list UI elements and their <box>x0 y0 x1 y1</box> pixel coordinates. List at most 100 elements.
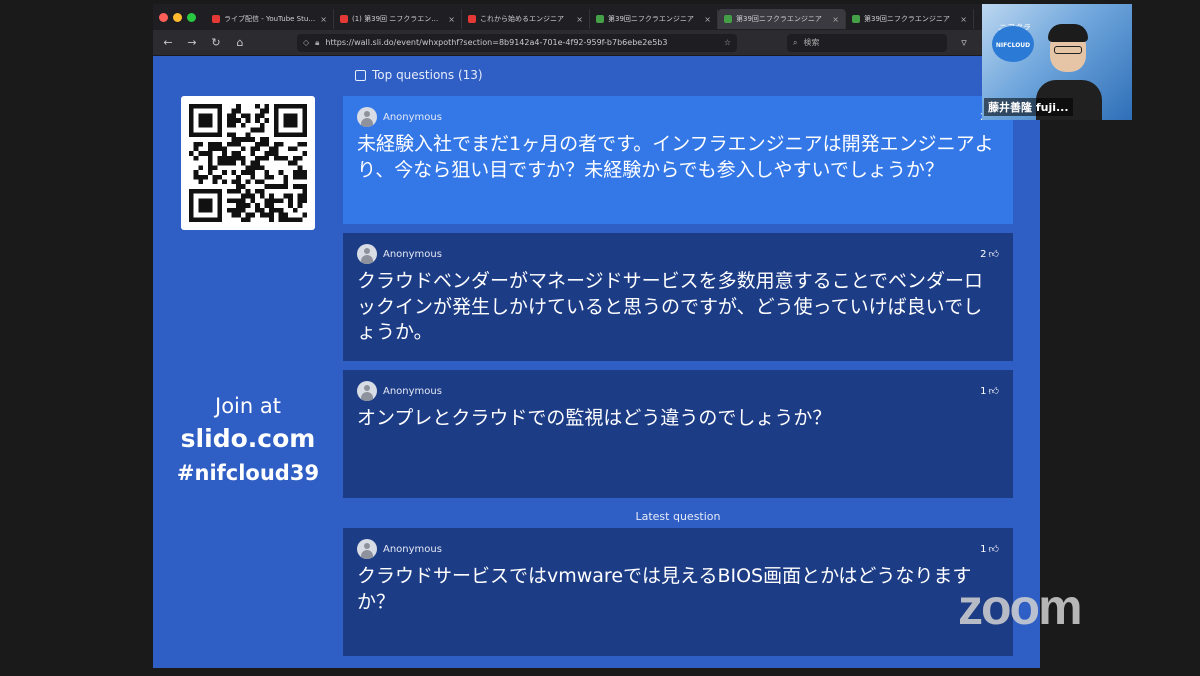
qr-module <box>240 203 246 208</box>
speaker-name-tag: 藤井善隆 fuji... <box>984 98 1073 116</box>
qr-module <box>240 146 246 152</box>
join-info: Join at slido.com #nifcloud39 <box>153 394 343 485</box>
qr-module <box>240 193 246 199</box>
pocket-icon[interactable]: ▿ <box>957 36 971 49</box>
tab-close-icon[interactable]: × <box>832 15 839 24</box>
qr-module <box>231 137 237 142</box>
reload-icon[interactable]: ↻ <box>209 36 223 49</box>
qr-module <box>297 155 303 161</box>
qr-module <box>236 203 241 208</box>
qr-module <box>231 108 237 114</box>
qr-module <box>288 198 293 204</box>
like-count-value: 1 <box>980 385 987 397</box>
close-window-button[interactable] <box>159 12 168 22</box>
zoom-logo: zoom <box>958 579 1083 635</box>
qr-module <box>292 170 298 175</box>
url-bar[interactable]: ◇ 🔒︎ https://wall.sli.do/event/whxpothf?… <box>297 33 737 52</box>
qr-module <box>273 122 279 128</box>
glasses-icon <box>1054 46 1082 54</box>
qr-module <box>255 155 260 161</box>
qr-module <box>231 132 237 138</box>
maximize-window-button[interactable] <box>187 12 196 22</box>
qr-module <box>245 193 251 199</box>
tab-close-icon[interactable]: × <box>960 15 967 24</box>
forward-icon[interactable]: → <box>185 36 199 49</box>
top-questions-header: Top questions (13) <box>355 68 483 82</box>
qr-module <box>217 108 223 114</box>
qr-module <box>245 132 251 138</box>
qr-module <box>212 165 218 171</box>
question-author: Anonymous <box>383 248 442 260</box>
qr-module <box>236 212 241 218</box>
tab-close-icon[interactable]: × <box>448 15 455 24</box>
search-input[interactable]: ⌕ 検索 <box>787 33 947 52</box>
qr-module <box>245 203 251 208</box>
qr-module <box>212 174 218 180</box>
qr-module <box>236 198 241 204</box>
qr-module <box>283 122 289 128</box>
screen: ライブ配信 - YouTube Studio × (1) 第39回 ニフクラエンジニ… <box>0 0 1200 676</box>
browser-tab[interactable]: 第39回ニフクラエンジニア × <box>590 9 718 29</box>
qr-module <box>302 113 307 119</box>
qr-module <box>302 170 307 175</box>
qr-module <box>250 198 256 204</box>
qr-module <box>302 104 307 109</box>
qr-module <box>288 113 293 119</box>
tab-close-icon[interactable]: × <box>320 15 327 24</box>
tab-close-icon[interactable]: × <box>704 15 711 24</box>
qr-module <box>198 179 204 185</box>
qr-module <box>264 141 270 147</box>
qr-module <box>231 198 237 204</box>
qr-module <box>292 217 298 222</box>
qr-module <box>269 184 274 189</box>
qr-module <box>259 155 265 161</box>
qr-module <box>212 104 218 109</box>
qr-module <box>278 155 284 161</box>
minimize-window-button[interactable] <box>173 12 182 22</box>
qr-module <box>198 207 204 213</box>
qr-module <box>207 217 213 222</box>
qr-module <box>255 179 260 185</box>
qr-module <box>212 132 218 138</box>
qr-module <box>269 207 274 213</box>
nav-bar: ← → ↻ ⌂ ◇ 🔒︎ https://wall.sli.do/event/w… <box>153 30 1040 56</box>
qr-module <box>198 188 204 194</box>
browser-tab[interactable]: ライブ配信 - YouTube Studio × <box>206 9 334 29</box>
url-text: https://wall.sli.do/event/whxpothf?secti… <box>325 38 668 47</box>
qr-module <box>217 217 223 222</box>
qr-module <box>273 207 279 213</box>
back-icon[interactable]: ← <box>161 36 175 49</box>
qr-module <box>259 165 265 171</box>
qr-module <box>212 141 218 147</box>
qr-module <box>297 170 303 175</box>
qr-module <box>302 193 307 199</box>
qr-module <box>255 104 260 109</box>
qr-module <box>231 141 237 147</box>
qr-module <box>302 122 307 128</box>
qr-module <box>198 217 204 222</box>
qr-module <box>226 118 232 123</box>
bookmark-star-icon[interactable]: ☆ <box>724 38 731 47</box>
qr-module <box>240 217 246 222</box>
browser-tab[interactable]: これから始めるエンジニア × <box>462 9 590 29</box>
qr-module <box>212 217 218 222</box>
qr-module <box>259 108 265 114</box>
qr-module <box>236 104 241 109</box>
qr-module <box>283 212 289 218</box>
browser-tab[interactable]: 第39回ニフクラエンジニア × <box>718 9 846 29</box>
qr-module <box>217 127 223 133</box>
qr-module <box>302 174 307 180</box>
qr-module <box>231 207 237 213</box>
qr-module <box>273 184 279 189</box>
qr-module <box>292 155 298 161</box>
qr-module <box>217 132 223 138</box>
qr-module <box>222 155 227 161</box>
browser-tab[interactable]: 第39回ニフクラエンジニア × <box>846 9 974 29</box>
browser-tab[interactable]: (1) 第39回 ニフクラエンジニ × <box>334 9 462 29</box>
qr-module <box>189 104 194 109</box>
qr-module <box>189 203 194 208</box>
qr-module <box>193 155 199 161</box>
qr-module <box>231 122 237 128</box>
tab-close-icon[interactable]: × <box>576 15 583 24</box>
home-icon[interactable]: ⌂ <box>233 36 247 49</box>
